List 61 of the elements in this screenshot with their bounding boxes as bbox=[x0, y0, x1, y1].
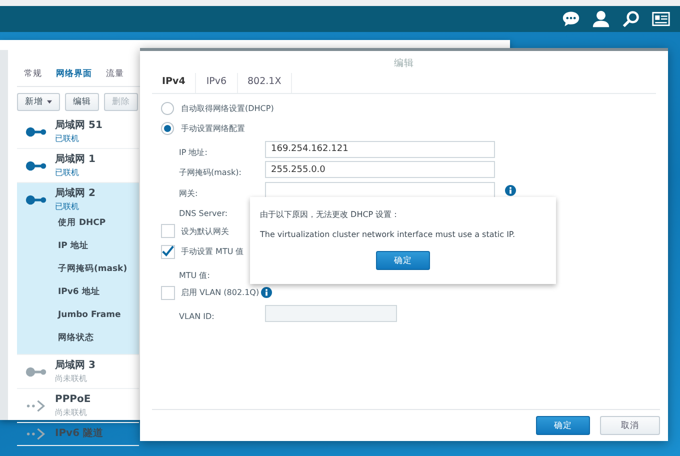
field-label: 网关: bbox=[179, 188, 198, 198]
checkbox[interactable] bbox=[161, 286, 175, 300]
input-field[interactable]: 169.254.162.121 bbox=[265, 140, 495, 158]
alert-detail: The virtualization cluster network interface must use a static IP. bbox=[260, 229, 516, 241]
detail-label: 子网掩码(mask) bbox=[57, 263, 128, 276]
toolbar-button[interactable]: 新增 bbox=[17, 93, 60, 111]
field-label: VLAN ID: bbox=[179, 312, 214, 321]
interface-name: 局域网 3 bbox=[55, 359, 96, 373]
detail-label: 网络状态 bbox=[57, 332, 95, 345]
interface-status: 已联机 bbox=[55, 167, 80, 178]
tab[interactable]: 流量 bbox=[99, 68, 131, 86]
input-field[interactable] bbox=[265, 182, 495, 199]
checkbox-label: 启用 VLAN (802.1Q) bbox=[181, 287, 260, 298]
interface-item[interactable]: PPPoE 尚未联机 bbox=[17, 389, 139, 423]
detail-label: IP 地址 bbox=[57, 240, 90, 253]
caret-icon bbox=[47, 100, 52, 104]
detail-label: 使用 DHCP bbox=[57, 217, 107, 230]
checkbox[interactable] bbox=[161, 244, 175, 259]
info-icon[interactable] bbox=[261, 287, 272, 298]
info-icon[interactable] bbox=[505, 184, 516, 196]
tab[interactable]: IPv6 bbox=[196, 73, 238, 93]
interface-name: PPPoE bbox=[55, 393, 91, 407]
interface-status: 已联机 bbox=[55, 201, 80, 212]
alert-message: 由于以下原因，无法更改 DHCP 设置： bbox=[260, 209, 401, 221]
interface-status: 已联机 bbox=[55, 133, 80, 144]
interface-name: 局域网 51 bbox=[55, 119, 102, 133]
radio-button[interactable] bbox=[161, 122, 174, 136]
tab[interactable]: IPv4 bbox=[152, 73, 196, 93]
interface-item[interactable]: 局域网 51 已联机 bbox=[17, 115, 139, 149]
tab[interactable]: 常规 bbox=[17, 68, 49, 86]
radio-label: 自动取得网络设置(DHCP) bbox=[181, 102, 274, 114]
detail-label: IPv6 地址 bbox=[57, 286, 101, 299]
field-label: IP 地址: bbox=[179, 148, 208, 157]
interface-item[interactable]: 局域网 2 已联机 使用 DHCP IP 地址 子网掩码(mask) IPv6 地址 Jumbo Frame 网络状态 bbox=[17, 183, 139, 355]
radio-label: 手动设置网络配置 bbox=[181, 123, 245, 134]
card-icon[interactable] bbox=[652, 10, 670, 28]
tab[interactable]: 802.1X bbox=[238, 73, 292, 93]
checkbox[interactable] bbox=[161, 224, 175, 238]
input-field[interactable]: 255.255.0.0 bbox=[265, 161, 495, 178]
interface-name: 局域网 2 bbox=[55, 187, 96, 201]
cancel-button[interactable]: 取消 bbox=[600, 416, 660, 435]
interface-status: 尚未联机 bbox=[55, 407, 88, 418]
interface-status: 尚未联机 bbox=[55, 373, 88, 384]
ok-button[interactable]: 确定 bbox=[376, 251, 430, 270]
interface-name: 局域网 1 bbox=[55, 153, 96, 167]
search-icon[interactable] bbox=[622, 10, 640, 28]
toolbar-button[interactable]: 编辑 bbox=[65, 93, 99, 111]
interface-item[interactable]: 局域网 3 尚未联机 bbox=[17, 355, 139, 389]
field-label: DNS Server: bbox=[179, 209, 228, 218]
chat-icon[interactable] bbox=[562, 10, 580, 28]
field-label: MTU 值: bbox=[179, 270, 210, 280]
detail-label: Jumbo Frame bbox=[56, 309, 122, 322]
ok-button[interactable]: 确定 bbox=[536, 416, 590, 435]
user-icon[interactable] bbox=[592, 10, 610, 28]
dialog-title: 编辑 bbox=[393, 57, 415, 71]
field-label: 子网掩码(mask): bbox=[179, 168, 242, 178]
interface-name: IPv6 隧道 bbox=[55, 427, 104, 441]
checkbox-label: 手动设置 MTU 值 bbox=[181, 246, 244, 258]
checkbox-label: 设为默认网关 bbox=[181, 226, 229, 237]
radio-button[interactable] bbox=[161, 102, 174, 115]
tab[interactable]: 网络界面 bbox=[49, 68, 99, 86]
